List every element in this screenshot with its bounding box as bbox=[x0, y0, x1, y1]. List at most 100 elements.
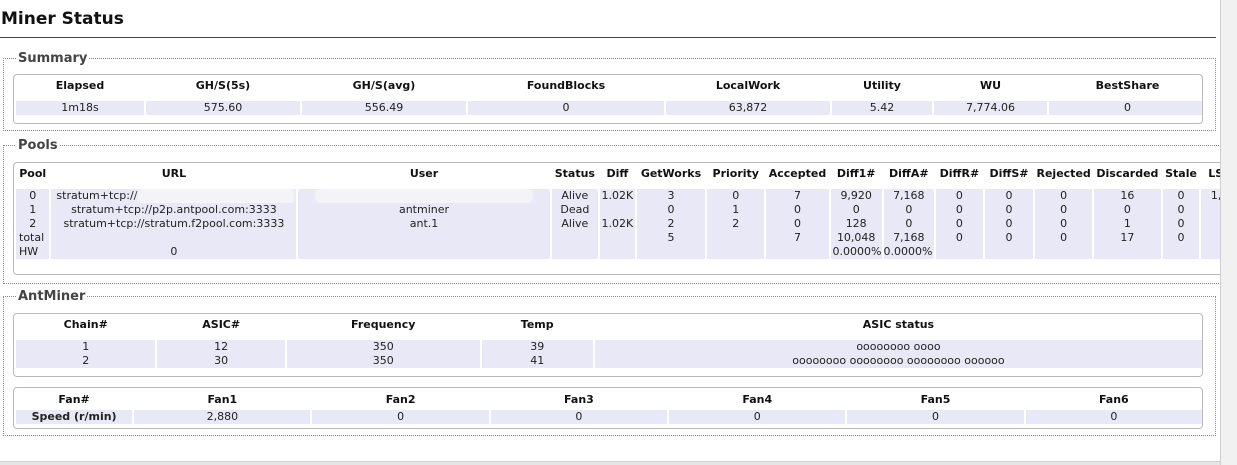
pool-cell: 7,168 bbox=[883, 231, 935, 245]
fan-speed-value: 0 bbox=[669, 410, 846, 424]
pool-cell: 0 bbox=[883, 203, 935, 217]
pool-cell: 0 bbox=[1035, 189, 1092, 203]
fan-header: Fan1 bbox=[207, 392, 238, 406]
pool-cell: 0 bbox=[936, 189, 983, 203]
pools-header: Diff1# bbox=[836, 166, 876, 180]
pool-cell: total bbox=[16, 231, 50, 245]
pool-cell: 0 bbox=[1035, 203, 1092, 217]
summary-header: GH/S(5s) bbox=[195, 78, 251, 92]
pool-cell: 0 bbox=[1162, 203, 1200, 217]
pool-cell: 0.0000% bbox=[883, 245, 935, 259]
fan-speed-value: 0 bbox=[490, 410, 668, 424]
page-title: Miner Status bbox=[1, 9, 124, 29]
pools-legend: Pools bbox=[18, 138, 58, 153]
chain-cell: 350 bbox=[286, 354, 480, 368]
pool-cell: 0 bbox=[51, 245, 297, 259]
pool-row: total 5 7 10,048 7,168 0 0 0 17 0 bbox=[16, 231, 1220, 245]
fan-box: Fan# Fan1 Fan2 Fan3 Fan4 Fan5 Fan6 Speed… bbox=[13, 387, 1203, 429]
pool-cell: 0 bbox=[1162, 189, 1200, 203]
pool-cell bbox=[600, 231, 635, 245]
chain-cell: oooooooo oooo bbox=[594, 340, 1202, 354]
summary-data-row: 1m18s 575.60 556.49 0 63,872 5.42 7,774.… bbox=[16, 101, 1202, 115]
summary-header: GH/S(avg) bbox=[352, 78, 416, 92]
pool-cell: 1 bbox=[16, 203, 50, 217]
pool-row: HW 0 0.0000% 0.0000% bbox=[16, 245, 1220, 259]
chain-cell: 350 bbox=[286, 340, 480, 354]
pools-header: URL bbox=[161, 166, 187, 180]
fan-speed-value: 2,880 bbox=[134, 410, 311, 424]
pools-header-row: Pool URL User Status Diff GetWorks Prior… bbox=[16, 163, 1220, 183]
pool-cell bbox=[636, 245, 706, 259]
pool-cell bbox=[298, 231, 550, 245]
chain-cell: 1 bbox=[16, 340, 156, 354]
summary-utility: 5.42 bbox=[832, 101, 932, 115]
title-divider bbox=[0, 37, 1216, 38]
pool-cell: 0 bbox=[936, 203, 983, 217]
chain-row: 1 12 350 39 oooooooo oooo bbox=[16, 340, 1202, 354]
window-scrollbar[interactable] bbox=[1220, 0, 1237, 465]
pool-cell bbox=[551, 231, 599, 245]
pools-header: Diff bbox=[606, 166, 629, 180]
pools-header: LSDiff bbox=[1208, 166, 1220, 180]
pool-cell: 0 bbox=[830, 203, 882, 217]
pool-cell: 0 bbox=[936, 217, 983, 231]
window-bottom-edge bbox=[0, 461, 1220, 465]
pool-cell bbox=[551, 245, 599, 259]
fan-table: Fan# Fan1 Fan2 Fan3 Fan4 Fan5 Fan6 Speed… bbox=[14, 388, 1202, 424]
page-content: Miner Status Summary Elapsed GH/S(5s) GH… bbox=[0, 0, 1220, 461]
pool-cell: 0 bbox=[1201, 217, 1220, 231]
fan-header: Fan6 bbox=[1098, 392, 1129, 406]
chain-header: Temp bbox=[520, 317, 554, 331]
summary-header-row: Elapsed GH/S(5s) GH/S(avg) FoundBlocks L… bbox=[16, 75, 1202, 95]
pool-cell bbox=[984, 245, 1034, 259]
pool-cell: 2 bbox=[707, 217, 765, 231]
pools-header: Status bbox=[554, 166, 595, 180]
pool-cell: 0 bbox=[984, 231, 1034, 245]
chain-cell: 2 bbox=[16, 354, 156, 368]
fan-speed-value: 0 bbox=[312, 410, 489, 424]
pool-cell: 0 bbox=[16, 189, 50, 203]
pools-header: Pool bbox=[19, 166, 47, 180]
redacted-user bbox=[319, 191, 529, 201]
summary-localwork: 63,872 bbox=[666, 101, 830, 115]
summary-foundblocks: 0 bbox=[468, 101, 664, 115]
pool-cell: 2 bbox=[636, 217, 706, 231]
pool-cell: 7 bbox=[766, 231, 829, 245]
pool-cell: 1 bbox=[1094, 217, 1161, 231]
pool-cell: 3 bbox=[636, 189, 706, 203]
chain-cell: 12 bbox=[157, 340, 285, 354]
pool-cell: Alive bbox=[551, 189, 599, 203]
fan-speed-label: Speed (r/min) bbox=[16, 410, 133, 424]
pool-cell bbox=[936, 245, 983, 259]
summary-header: FoundBlocks bbox=[526, 78, 606, 92]
summary-ghs-5s: 575.60 bbox=[146, 101, 300, 115]
chain-cell: 39 bbox=[481, 340, 593, 354]
pool-cell: 5 bbox=[636, 231, 706, 245]
summary-ghs-avg: 556.49 bbox=[302, 101, 466, 115]
pool-cell: 17 bbox=[1094, 231, 1161, 245]
chain-table: Chain# ASIC# Frequency Temp ASIC status … bbox=[14, 314, 1202, 368]
summary-wu: 7,774.06 bbox=[934, 101, 1047, 115]
fan-speed-value: 0 bbox=[1025, 410, 1202, 424]
pool-cell bbox=[600, 203, 635, 217]
chain-header: Frequency bbox=[351, 317, 416, 331]
pool-cell bbox=[1162, 245, 1200, 259]
pools-header: Discarded bbox=[1096, 166, 1159, 180]
pool-cell: stratum+tcp://stratum.f2pool.com:3333 bbox=[51, 217, 297, 231]
chain-header: ASIC# bbox=[202, 317, 241, 331]
pool-cell bbox=[298, 189, 550, 203]
pool-cell bbox=[1201, 231, 1220, 245]
pools-header: Priority bbox=[712, 166, 759, 180]
pools-body: 0 stratum+tcp://Alive 1.02K 3 0 7 9,920 7,168 0 0… bbox=[16, 189, 1220, 259]
pool-cell: 0 bbox=[636, 203, 706, 217]
fan-header: Fan3 bbox=[564, 392, 594, 406]
pool-cell bbox=[51, 231, 297, 245]
summary-elapsed: 1m18s bbox=[16, 101, 144, 115]
summary-bestshare: 0 bbox=[1049, 101, 1202, 115]
pool-cell: 0 bbox=[984, 189, 1034, 203]
pool-cell: 0 bbox=[1094, 203, 1161, 217]
pools-box: Pool URL User Status Diff GetWorks Prior… bbox=[13, 162, 1220, 275]
pool-cell bbox=[766, 245, 829, 259]
pool-cell: 1.02K bbox=[600, 217, 635, 231]
pools-header: Rejected bbox=[1036, 166, 1091, 180]
